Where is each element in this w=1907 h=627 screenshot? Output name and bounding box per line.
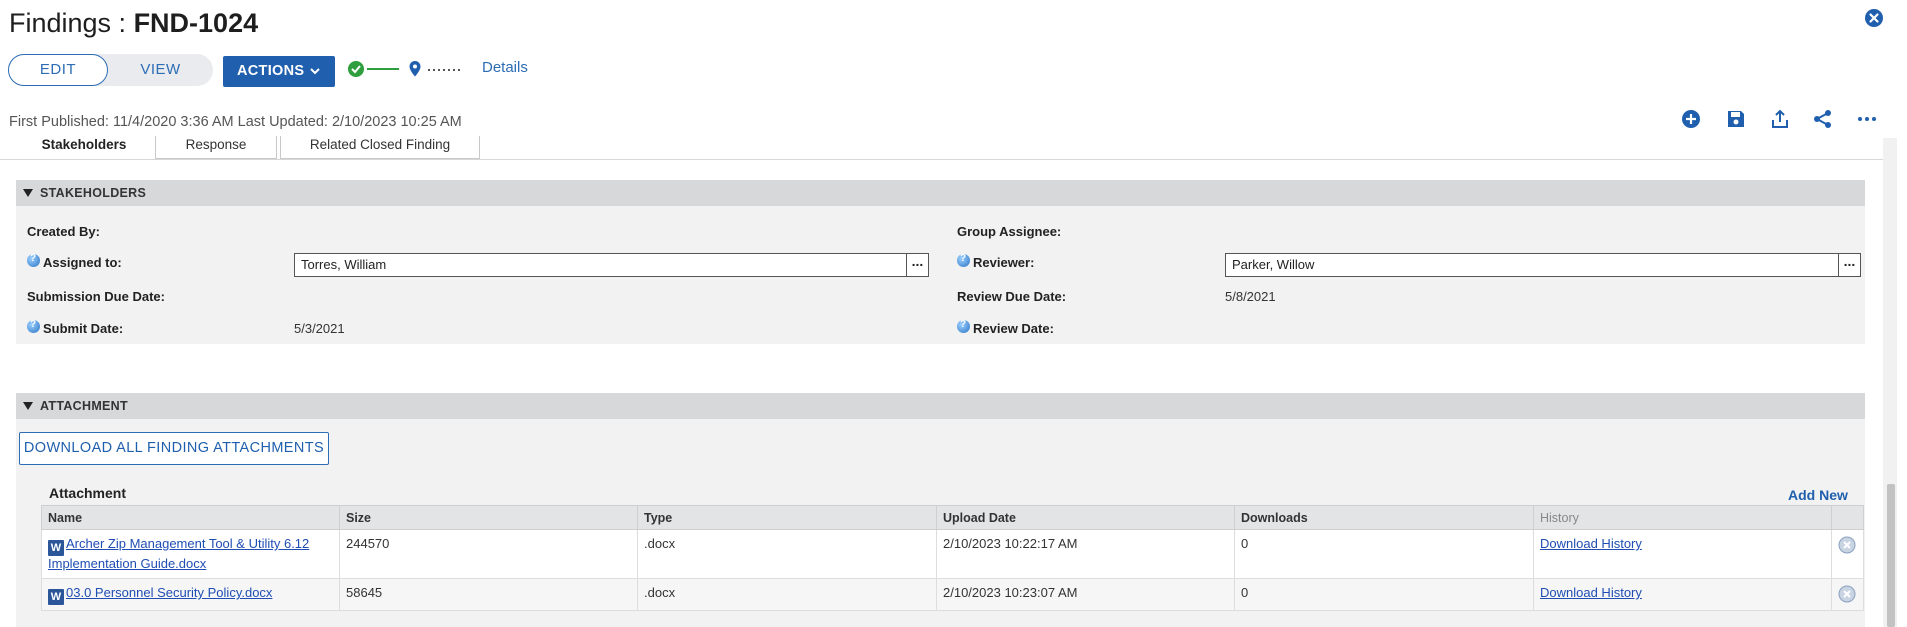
reviewer-lookup-button[interactable]: ... [1838, 254, 1860, 276]
file-type-cell: .docx [637, 529, 937, 579]
add-new-link[interactable]: Add New [1788, 487, 1848, 503]
attachment-section-header[interactable]: ATTACHMENT [16, 393, 1865, 419]
map-pin-icon [409, 61, 421, 77]
file-name-cell: W Archer Zip Management Tool & Utility 6.… [41, 529, 340, 579]
word-document-icon: W [48, 540, 64, 556]
column-header-downloads[interactable]: Downloads [1234, 505, 1534, 530]
actions-label: ACTIONS [237, 63, 305, 79]
actions-button[interactable]: ACTIONS [223, 56, 335, 87]
assigned-to-value: Torres, William [301, 257, 387, 272]
column-header-delete [1831, 505, 1864, 530]
page-title: Findings : FND-1024 [9, 8, 258, 39]
file-size-cell: 244570 [339, 529, 638, 579]
help-icon[interactable] [957, 319, 970, 333]
download-history-link[interactable]: Download History [1540, 585, 1642, 600]
download-all-attachments-button[interactable]: DOWNLOAD ALL FINDING ATTACHMENTS [19, 432, 329, 465]
stakeholders-section-header[interactable]: STAKEHOLDERS [16, 180, 1865, 206]
title-prefix: Findings : [9, 8, 134, 38]
upload-date-cell: 2/10/2023 10:23:07 AM [936, 578, 1235, 611]
file-link[interactable]: Archer Zip Management Tool & Utility 6.1… [48, 536, 309, 571]
review-due-date-label: Review Due Date: [957, 289, 1067, 304]
column-header-name[interactable]: Name [41, 505, 340, 530]
check-circle-icon [348, 61, 364, 77]
word-document-icon: W [48, 589, 64, 605]
share-icon[interactable] [1812, 108, 1834, 130]
file-size-cell: 58645 [339, 578, 638, 611]
delete-icon[interactable] [1838, 585, 1856, 603]
save-icon[interactable] [1725, 108, 1747, 130]
table-header-row: Name Size Type Upload Date Downloads His… [41, 505, 1864, 530]
downloads-cell: 0 [1234, 529, 1534, 579]
chevron-down-icon [310, 68, 320, 75]
column-header-history: History [1533, 505, 1832, 530]
review-due-date-value: 5/8/2021 [1225, 289, 1276, 304]
tab-related-closed-finding[interactable]: Related Closed Finding [280, 136, 480, 159]
scrollbar-thumb[interactable] [1887, 484, 1895, 627]
reviewer-field[interactable]: Parker, Willow ... [1225, 253, 1861, 277]
attachment-table-title: Attachment [49, 485, 127, 501]
table-row: W 03.0 Personnel Security Policy.docx 586… [41, 578, 1864, 611]
file-link[interactable]: 03.0 Personnel Security Policy.docx [66, 585, 272, 600]
details-link[interactable]: Details [482, 59, 528, 76]
submit-date-label: Submit Date: [43, 321, 124, 336]
record-id: FND-1024 [133, 8, 259, 38]
more-icon[interactable] [1856, 108, 1878, 130]
publish-info: First Published: 11/4/2020 3:36 AM Last … [9, 114, 462, 130]
delete-cell [1831, 529, 1864, 579]
help-icon[interactable] [27, 253, 40, 267]
upload-date-cell: 2/10/2023 10:22:17 AM [936, 529, 1235, 579]
column-header-size[interactable]: Size [339, 505, 638, 530]
tab-bar: Stakeholders Response Related Closed Fin… [0, 136, 1885, 160]
downloads-cell: 0 [1234, 578, 1534, 611]
add-circle-icon[interactable] [1680, 108, 1702, 130]
column-header-type[interactable]: Type [637, 505, 937, 530]
stakeholders-header-label: STAKEHOLDERS [40, 186, 147, 200]
history-cell: Download History [1533, 578, 1832, 611]
tab-stakeholders[interactable]: Stakeholders [16, 136, 152, 159]
download-history-link[interactable]: Download History [1540, 536, 1642, 551]
mode-toggle: EDIT VIEW [8, 54, 213, 86]
assigned-to-label: Assigned to: [43, 255, 122, 270]
workflow-status[interactable] [347, 58, 462, 80]
review-date-label: Review Date: [973, 321, 1054, 336]
export-icon[interactable] [1769, 108, 1791, 130]
submit-date-value: 5/3/2021 [294, 321, 345, 336]
attachment-table: Name Size Type Upload Date Downloads His… [41, 505, 1864, 611]
assigned-to-lookup-button[interactable]: ... [906, 254, 928, 276]
file-name-cell: W 03.0 Personnel Security Policy.docx [41, 578, 340, 611]
submission-due-date-label: Submission Due Date: [27, 289, 165, 304]
file-type-cell: .docx [637, 578, 937, 611]
tab-response[interactable]: Response [155, 136, 277, 159]
close-icon[interactable] [1864, 8, 1884, 28]
help-icon[interactable] [957, 253, 970, 267]
table-row: W Archer Zip Management Tool & Utility 6.… [41, 529, 1864, 579]
collapse-triangle-icon [23, 402, 33, 410]
help-icon[interactable] [27, 319, 40, 333]
edit-button[interactable]: EDIT [8, 54, 108, 86]
column-header-upload-date[interactable]: Upload Date [936, 505, 1235, 530]
record-toolbar [1680, 108, 1880, 132]
created-by-label: Created By: [27, 224, 100, 239]
reviewer-value: Parker, Willow [1232, 257, 1315, 272]
reviewer-label: Reviewer: [973, 255, 1035, 270]
view-button[interactable]: VIEW [108, 54, 213, 86]
assigned-to-field[interactable]: Torres, William ... [294, 253, 929, 277]
group-assignee-label: Group Assignee: [957, 224, 1062, 239]
delete-icon[interactable] [1838, 536, 1856, 554]
delete-cell [1831, 578, 1864, 611]
collapse-triangle-icon [23, 189, 33, 197]
attachment-header-label: ATTACHMENT [40, 399, 128, 413]
history-cell: Download History [1533, 529, 1832, 579]
